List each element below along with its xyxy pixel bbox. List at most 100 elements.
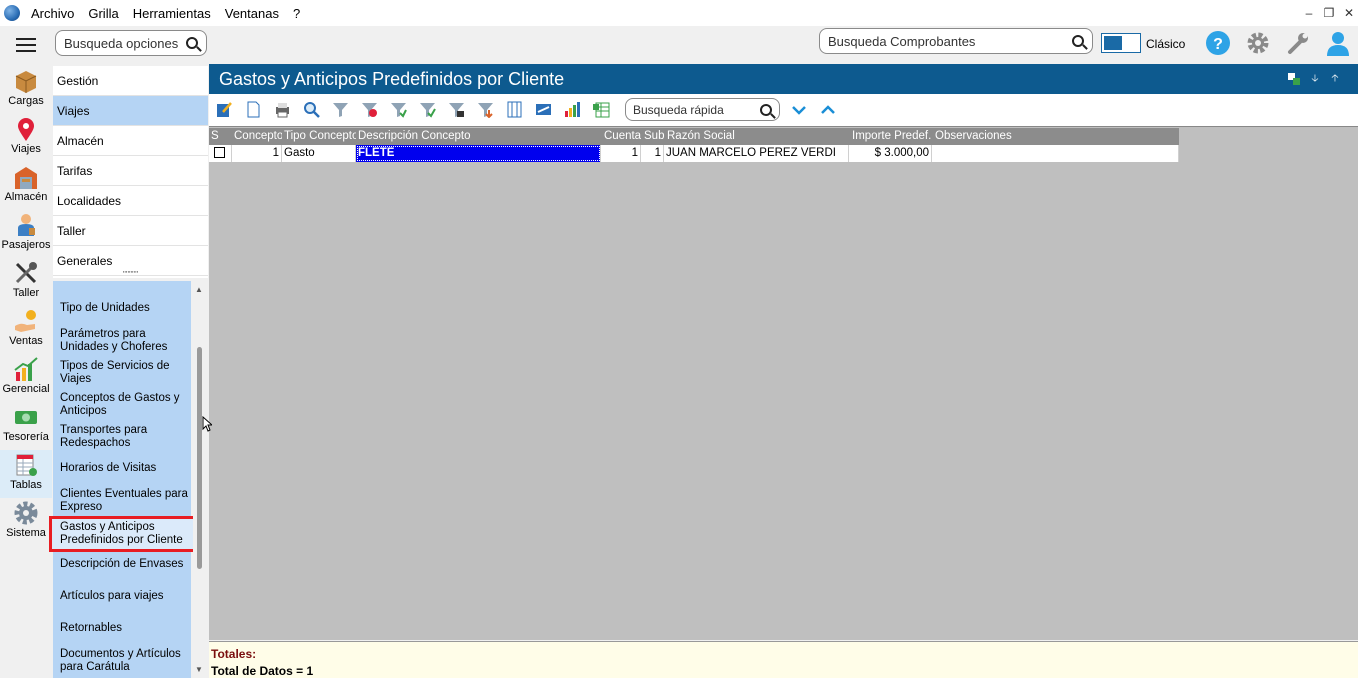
- rail-item-almacen[interactable]: Almacén: [0, 162, 52, 210]
- option-gastos-anticipos-cliente[interactable]: Gastos y Anticipos Predefinidos por Clie…: [49, 516, 201, 552]
- filter-check-icon[interactable]: [419, 101, 436, 118]
- rail-item-sistema[interactable]: Sistema: [0, 498, 52, 546]
- search-icon[interactable]: [760, 103, 772, 116]
- search-options-placeholder: Busqueda opciones: [64, 35, 179, 51]
- column-header-concepto[interactable]: Concepto: [232, 128, 282, 145]
- columns-icon[interactable]: [506, 101, 523, 118]
- export-icon[interactable]: [535, 101, 552, 118]
- option-tipos-servicios[interactable]: Tipos de Servicios de Viajes: [60, 360, 190, 386]
- rail-item-taller[interactable]: Taller: [0, 258, 52, 306]
- cell-razon-social[interactable]: JUAN MARCELO PEREZ VERDI: [664, 145, 849, 162]
- cell-concepto[interactable]: 1: [232, 145, 282, 162]
- bar-chart-icon[interactable]: [564, 101, 581, 118]
- filter-save-icon[interactable]: [448, 101, 465, 118]
- cell-observaciones[interactable]: [932, 145, 1179, 162]
- rail-item-viajes[interactable]: Viajes: [0, 114, 52, 162]
- rail-item-gerencial[interactable]: Gerencial: [0, 354, 52, 402]
- rail-item-ventas[interactable]: Ventas: [0, 306, 52, 354]
- menu-help[interactable]: ?: [286, 6, 307, 21]
- menu-ventanas[interactable]: Ventanas: [218, 6, 286, 21]
- map-pin-icon: [18, 118, 34, 141]
- menu-herramientas[interactable]: Herramientas: [126, 6, 218, 21]
- column-header-observaciones[interactable]: Observaciones: [933, 128, 1179, 145]
- hamburger-menu-icon[interactable]: [16, 38, 36, 52]
- category-gestion[interactable]: Gestión: [53, 66, 208, 96]
- table-row[interactable]: 1 Gasto FLETE 1 1 JUAN MARCELO PEREZ VER…: [209, 145, 1179, 162]
- panel-splitter[interactable]: '''''''''': [53, 271, 208, 280]
- filter-icon[interactable]: [332, 101, 349, 118]
- window-layout-icon[interactable]: [1288, 73, 1300, 85]
- category-viajes[interactable]: Viajes: [53, 96, 208, 126]
- row-checkbox[interactable]: [214, 147, 225, 158]
- column-header-razon-social[interactable]: Razón Social: [665, 128, 850, 145]
- option-conceptos-gastos[interactable]: Conceptos de Gastos y Anticipos: [60, 392, 190, 418]
- rail-item-tesoreria[interactable]: Tesorería: [0, 402, 52, 450]
- cell-sub[interactable]: 1: [641, 145, 664, 162]
- category-localidades[interactable]: Localidades: [53, 186, 208, 216]
- cell-cuenta[interactable]: 1: [601, 145, 641, 162]
- cell-tipo-concepto[interactable]: Gasto: [282, 145, 356, 162]
- spreadsheet-icon[interactable]: [593, 101, 610, 118]
- wrench-icon[interactable]: [1285, 30, 1311, 56]
- rail-label: Almacén: [4, 191, 48, 203]
- user-icon[interactable]: [1325, 30, 1351, 56]
- search-icon[interactable]: [303, 101, 320, 118]
- category-almacen[interactable]: Almacén: [53, 126, 208, 156]
- cell-importe[interactable]: $ 3.000,00: [849, 145, 932, 162]
- new-document-icon[interactable]: [245, 101, 262, 118]
- minimize-button[interactable]: –: [1300, 4, 1318, 22]
- tables-icon: [16, 454, 37, 476]
- column-header-descripcion[interactable]: Descripción Concepto: [356, 128, 602, 145]
- rail-item-pasajeros[interactable]: Pasajeros: [0, 210, 52, 258]
- menu-grilla[interactable]: Grilla: [81, 6, 125, 21]
- option-documentos-caratula[interactable]: Documentos y Artículos para Carátula: [60, 648, 190, 674]
- search-options-input[interactable]: Busqueda opciones: [55, 30, 207, 56]
- option-tipo-unidades[interactable]: Tipo de Unidades: [60, 302, 190, 315]
- options-scrollbar[interactable]: ▲ ▼: [193, 281, 207, 678]
- option-retornables[interactable]: Retornables: [60, 622, 190, 635]
- option-clientes-eventuales[interactable]: Clientes Eventuales para Expreso: [60, 488, 190, 514]
- category-tarifas[interactable]: Tarifas: [53, 156, 208, 186]
- arrow-up-icon[interactable]: 🡡: [1329, 73, 1341, 85]
- option-parametros-unidades[interactable]: Parámetros para Unidades y Choferes: [60, 328, 190, 354]
- restore-button[interactable]: ❐: [1320, 4, 1338, 22]
- arrow-down-icon[interactable]: 🡣: [1309, 73, 1321, 85]
- category-taller[interactable]: Taller: [53, 216, 208, 246]
- gear-icon[interactable]: [1245, 30, 1271, 56]
- column-header-tipo-concepto[interactable]: Tipo Concepto: [282, 128, 356, 145]
- scroll-thumb[interactable]: [197, 347, 202, 569]
- quick-search-input[interactable]: Busqueda rápida: [625, 98, 780, 121]
- rail-item-cargas[interactable]: Cargas: [0, 66, 52, 114]
- rail-label: Tesorería: [3, 431, 49, 443]
- option-horarios-visitas[interactable]: Horarios de Visitas: [60, 462, 190, 475]
- menu-archivo[interactable]: Archivo: [24, 6, 81, 21]
- column-header-s[interactable]: S: [209, 128, 232, 145]
- search-icon[interactable]: [186, 37, 198, 49]
- totals-label: Totales:: [211, 647, 257, 661]
- column-header-importe[interactable]: Importe Predef.: [850, 128, 933, 145]
- help-icon[interactable]: ?: [1205, 30, 1231, 56]
- chevron-down-icon[interactable]: [791, 102, 807, 118]
- search-icon[interactable]: [1072, 35, 1084, 47]
- search-vouchers-input[interactable]: Busqueda Comprobantes: [819, 28, 1093, 54]
- module-rail: Cargas Viajes Almacén Pasajeros Taller V…: [0, 64, 52, 678]
- classic-mode-toggle[interactable]: [1101, 33, 1141, 53]
- option-articulos-viajes[interactable]: Artículos para viajes: [60, 590, 190, 603]
- option-transportes-redespachos[interactable]: Transportes para Redespachos: [60, 424, 190, 450]
- clear-filter-icon[interactable]: [361, 101, 378, 118]
- row-select-cell[interactable]: [209, 145, 232, 162]
- filter-add-icon[interactable]: [390, 101, 407, 118]
- column-header-sub[interactable]: Sub: [642, 128, 665, 145]
- edit-icon[interactable]: [216, 101, 233, 118]
- print-icon[interactable]: [274, 101, 291, 118]
- column-header-cuenta[interactable]: Cuenta: [602, 128, 642, 145]
- chevron-up-icon[interactable]: [820, 102, 836, 118]
- option-descripcion-envases[interactable]: Descripción de Envases: [60, 558, 190, 571]
- cell-descripcion[interactable]: FLETE: [356, 145, 601, 162]
- filter-load-icon[interactable]: [477, 101, 494, 118]
- close-button[interactable]: ✕: [1340, 4, 1358, 22]
- scroll-up-arrow-icon[interactable]: ▲: [195, 285, 203, 294]
- rail-item-tablas[interactable]: Tablas: [0, 450, 52, 498]
- table-options-list: Tipo de Unidades Parámetros para Unidade…: [49, 281, 201, 678]
- scroll-down-arrow-icon[interactable]: ▼: [195, 665, 203, 674]
